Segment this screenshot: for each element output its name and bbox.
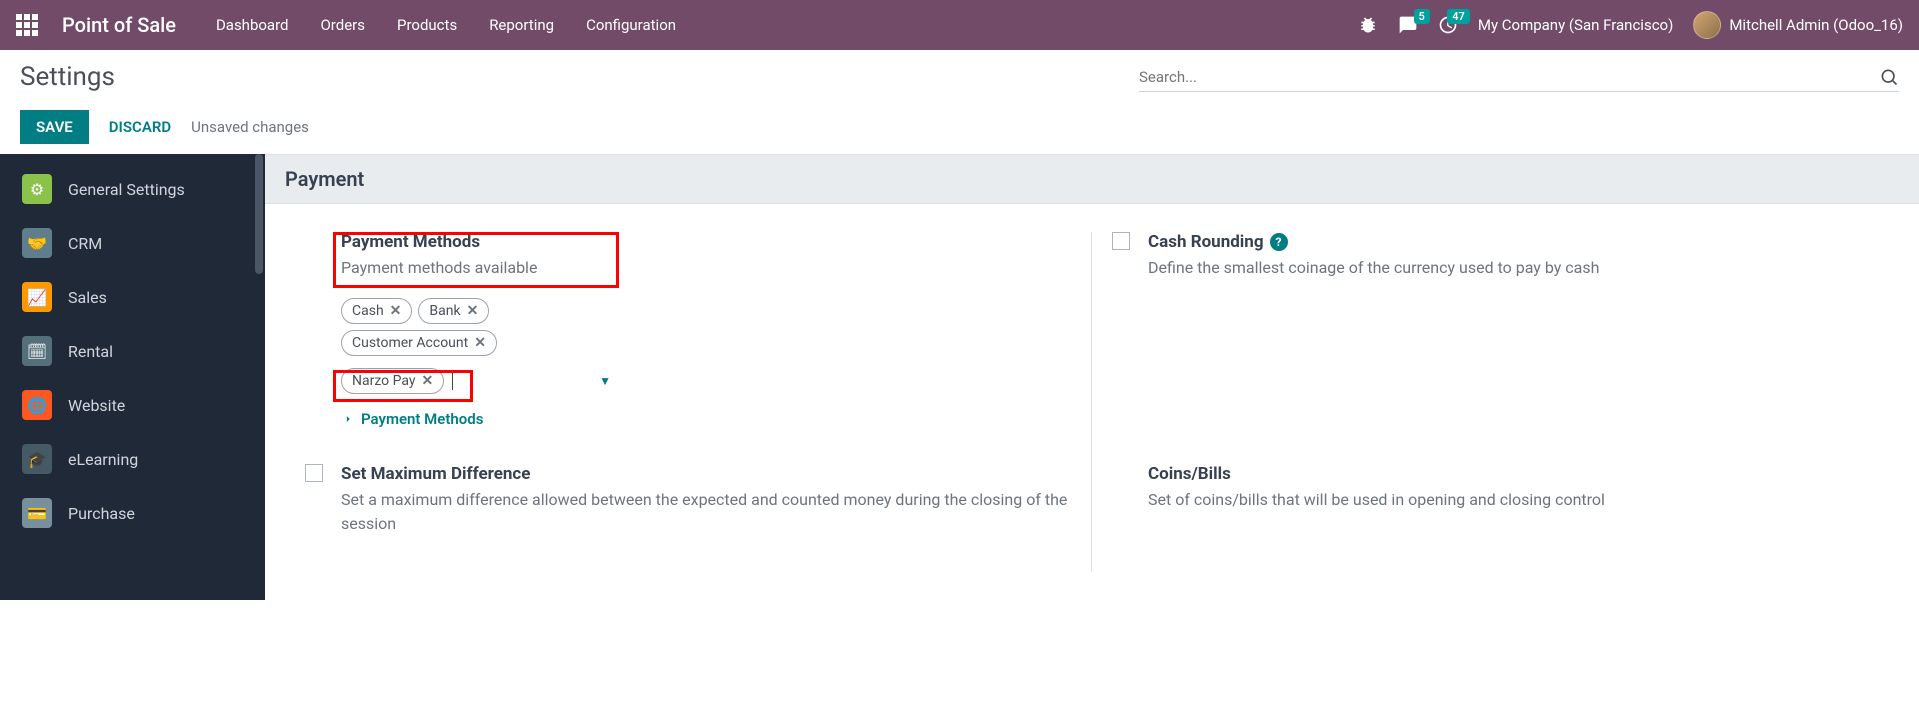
setting-left-pane (305, 232, 325, 428)
save-button[interactable]: SAVE (20, 110, 89, 144)
close-icon[interactable]: ✕ (474, 335, 486, 351)
setting-desc: Define the smallest coinage of the curre… (1148, 256, 1879, 280)
sidebar-item-sales[interactable]: 📈 Sales (0, 270, 265, 324)
help-icon[interactable]: ? (1270, 233, 1288, 251)
sidebar-item-general[interactable]: ⚙ General Settings (0, 162, 265, 216)
tag-cash[interactable]: Cash✕ (341, 298, 412, 324)
navbar-right: 5 47 My Company (San Francisco) Mitchell… (1358, 11, 1903, 39)
sidebar-item-label: Website (68, 396, 125, 415)
settings-grid: Payment Methods Payment methods availabl… (265, 204, 1919, 600)
setting-cash-rounding: Cash Rounding ? Define the smallest coin… (1092, 232, 1899, 464)
unsaved-indicator: Unsaved changes (191, 118, 309, 136)
text-cursor (452, 372, 453, 390)
user-name: Mitchell Admin (Odoo_16) (1729, 16, 1903, 34)
chevron-down-icon[interactable]: ▼ (599, 374, 611, 388)
sidebar-item-elearning[interactable]: 🎓 eLearning (0, 432, 265, 486)
sidebar-item-label: Sales (68, 288, 107, 307)
nav-menu-dashboard[interactable]: Dashboard (216, 16, 289, 34)
sidebar-item-purchase[interactable]: 💳 Purchase (0, 486, 265, 540)
page-title: Settings (20, 62, 115, 92)
settings-sidebar: ⚙ General Settings 🤝 CRM 📈 Sales 🗓 Renta… (0, 154, 265, 600)
control-panel: Settings SAVE DISCARD Unsaved changes (0, 50, 1919, 154)
setting-title: Cash Rounding ? (1148, 232, 1879, 252)
section-header-payment: Payment (265, 154, 1919, 204)
setting-right-pane: Set Maximum Difference Set a maximum dif… (341, 464, 1072, 536)
apps-icon[interactable] (16, 14, 38, 36)
search-icon[interactable] (1879, 67, 1899, 87)
setting-max-difference: Set Maximum Difference Set a maximum dif… (285, 464, 1092, 572)
payment-methods-tags[interactable]: Cash✕ Bank✕ Customer Account✕ Narzo Pay✕… (341, 298, 611, 394)
messages-icon[interactable]: 5 (1398, 15, 1418, 35)
chart-icon: 📈 (22, 282, 52, 312)
close-icon[interactable]: ✕ (390, 303, 402, 319)
search-input[interactable] (1139, 68, 1879, 86)
sidebar-item-label: eLearning (68, 450, 138, 469)
setting-desc: Set of coins/bills that will be used in … (1148, 488, 1879, 512)
setting-payment-methods: Payment Methods Payment methods availabl… (285, 232, 1092, 464)
nav-menu: Dashboard Orders Products Reporting Conf… (216, 16, 676, 34)
nav-menu-products[interactable]: Products (397, 16, 457, 34)
sidebar-item-label: CRM (68, 234, 102, 253)
payment-methods-link[interactable]: Payment Methods (341, 410, 1072, 428)
debug-icon[interactable] (1358, 15, 1378, 35)
setting-coins-bills: Coins/Bills Set of coins/bills that will… (1092, 464, 1899, 572)
avatar (1693, 11, 1721, 39)
setting-title: Payment Methods (341, 232, 1072, 252)
setting-title: Set Maximum Difference (341, 464, 1072, 484)
setting-left-pane (1112, 232, 1132, 428)
body-wrap: ⚙ General Settings 🤝 CRM 📈 Sales 🗓 Renta… (0, 154, 1919, 600)
cp-bottom: SAVE DISCARD Unsaved changes (20, 110, 1899, 154)
tag-bank[interactable]: Bank✕ (418, 298, 489, 324)
top-navbar: Point of Sale Dashboard Orders Products … (0, 0, 1919, 50)
messages-badge: 5 (1414, 9, 1430, 24)
tag-customer-account[interactable]: Customer Account✕ (341, 330, 497, 356)
app-brand[interactable]: Point of Sale (62, 13, 176, 37)
search-bar[interactable] (1139, 63, 1899, 92)
sidebar-scrollbar[interactable] (253, 154, 265, 600)
setting-left-pane (1112, 464, 1132, 536)
sidebar-item-website[interactable]: 🌐 Website (0, 378, 265, 432)
close-icon[interactable]: ✕ (467, 303, 479, 319)
tag-narzo-pay[interactable]: Narzo Pay✕ (341, 368, 444, 394)
arrow-right-icon (341, 412, 355, 426)
gear-icon: ⚙ (22, 174, 52, 204)
nav-menu-configuration[interactable]: Configuration (586, 16, 676, 34)
sidebar-item-label: General Settings (68, 180, 185, 199)
setting-right-pane: Cash Rounding ? Define the smallest coin… (1148, 232, 1879, 428)
card-icon: 💳 (22, 498, 52, 528)
globe-icon: 🌐 (22, 390, 52, 420)
sidebar-item-rental[interactable]: 🗓 Rental (0, 324, 265, 378)
setting-desc: Payment methods available (341, 256, 1072, 280)
close-icon[interactable]: ✕ (422, 373, 434, 389)
setting-title: Coins/Bills (1148, 464, 1879, 484)
activities-icon[interactable]: 47 (1438, 15, 1458, 35)
sidebar-item-crm[interactable]: 🤝 CRM (0, 216, 265, 270)
user-menu[interactable]: Mitchell Admin (Odoo_16) (1693, 11, 1903, 39)
settings-main: Payment Payment Methods Payment methods … (265, 154, 1919, 600)
handshake-icon: 🤝 (22, 228, 52, 258)
calendar-icon: 🗓 (22, 336, 52, 366)
setting-left-pane (305, 464, 325, 536)
sidebar-item-label: Rental (68, 342, 113, 361)
nav-menu-orders[interactable]: Orders (320, 16, 365, 34)
navbar-left: Point of Sale Dashboard Orders Products … (16, 13, 676, 37)
max-difference-checkbox[interactable] (305, 464, 323, 482)
setting-desc: Set a maximum difference allowed between… (341, 488, 1072, 536)
setting-right-pane: Payment Methods Payment methods availabl… (341, 232, 1072, 428)
activities-badge: 47 (1447, 9, 1470, 24)
setting-right-pane: Coins/Bills Set of coins/bills that will… (1148, 464, 1879, 536)
cp-top: Settings (20, 62, 1899, 92)
graduation-icon: 🎓 (22, 444, 52, 474)
nav-menu-reporting[interactable]: Reporting (489, 16, 554, 34)
sidebar-item-label: Purchase (68, 504, 135, 523)
discard-button[interactable]: DISCARD (105, 110, 175, 144)
cash-rounding-checkbox[interactable] (1112, 232, 1130, 250)
company-switcher[interactable]: My Company (San Francisco) (1478, 16, 1673, 34)
